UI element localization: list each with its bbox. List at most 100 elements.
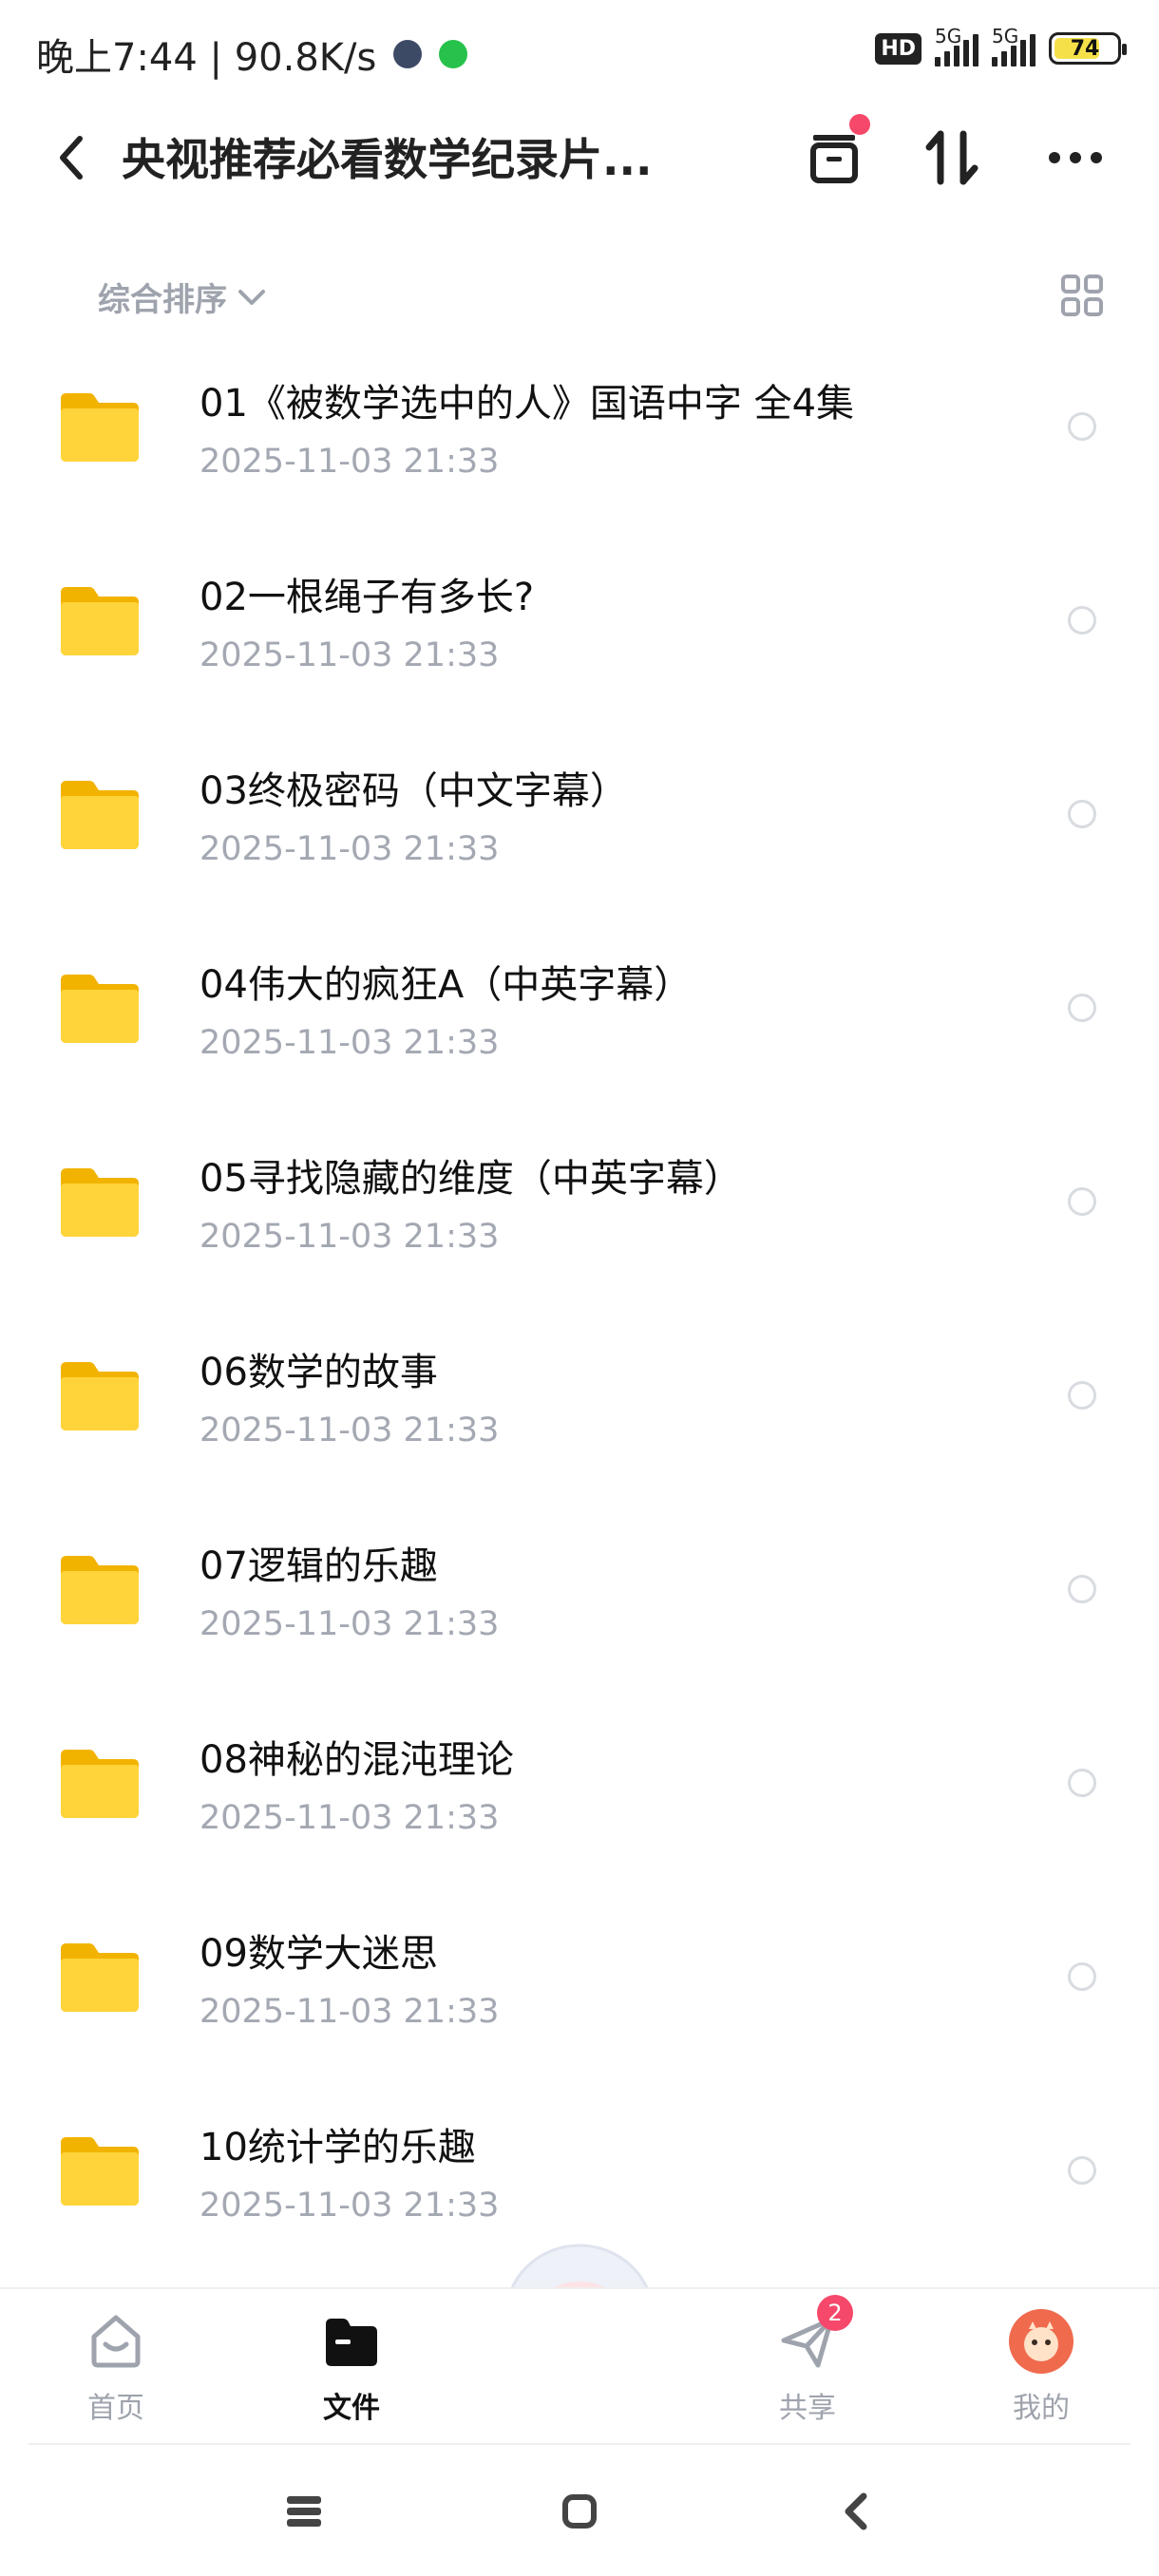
file-name: 06数学的故事 (200, 1351, 438, 1394)
select-checkbox[interactable] (1068, 2156, 1096, 2185)
sort-label: 综合排序 (98, 281, 227, 319)
status-time-speed: 晚上7:44 | 90.8K/s (36, 36, 377, 80)
file-list-item[interactable]: 04伟大的疯狂A（中英字幕） 2025-11-03 21:33 (0, 931, 1159, 1125)
tab-files[interactable]: 文件 (276, 2289, 428, 2441)
file-date: 2025-11-03 21:33 (200, 1993, 500, 2031)
grid-view-toggle[interactable] (1060, 274, 1104, 317)
select-checkbox[interactable] (1068, 994, 1096, 1022)
file-name: 09数学大迷思 (200, 1932, 438, 1976)
file-date: 2025-11-03 21:33 (200, 1411, 500, 1449)
status-bar: 晚上7:44 | 90.8K/s HD 5G 5G 74 (0, 0, 1159, 104)
file-name: 02一根绳子有多长? (200, 576, 535, 619)
file-date: 2025-11-03 21:33 (200, 443, 500, 481)
tab-home[interactable]: 首页 (40, 2289, 192, 2441)
select-checkbox[interactable] (1068, 1769, 1096, 1797)
more-dots-icon (1049, 152, 1102, 163)
folder-icon (61, 587, 139, 655)
home-nav-button[interactable] (551, 2483, 608, 2540)
file-list-item[interactable]: 09数学大迷思 2025-11-03 21:33 (0, 1900, 1159, 2093)
back-button[interactable] (48, 131, 95, 184)
file-date: 2025-11-03 21:33 (200, 636, 500, 674)
status-left: 晚上7:44 | 90.8K/s (36, 27, 468, 82)
file-date: 2025-11-03 21:33 (200, 2187, 500, 2225)
signal-icon: 5G (935, 25, 978, 66)
file-list-item[interactable]: 05寻找隐藏的维度（中英字幕） 2025-11-03 21:33 (0, 1125, 1159, 1318)
select-checkbox[interactable] (1068, 1962, 1096, 1991)
file-list: 01《被数学选中的人》国语中字 全4集 2025-11-03 21:33 02一… (0, 350, 1159, 2287)
file-list-item[interactable]: 03终极密码（中文字幕） 2025-11-03 21:33 (0, 737, 1159, 931)
select-checkbox[interactable] (1068, 1187, 1096, 1216)
system-nav-bar (0, 2460, 1159, 2565)
file-name: 05寻找隐藏的维度（中英字幕） (200, 1157, 742, 1201)
select-checkbox[interactable] (1068, 412, 1096, 441)
file-list-item[interactable]: 08神秘的混沌理论 2025-11-03 21:33 (0, 1706, 1159, 1900)
sort-arrows-icon (925, 130, 978, 185)
status-right: HD 5G 5G 74 (875, 25, 1127, 66)
folder-icon (61, 1168, 139, 1237)
hd-icon: HD (875, 32, 922, 65)
file-name: 10统计学的乐趣 (200, 2126, 476, 2169)
sort-row: 综合排序 (0, 266, 1159, 323)
tab-mine[interactable]: 我的 (965, 2289, 1117, 2441)
file-list-item[interactable]: 07逻辑的乐趣 2025-11-03 21:33 (0, 1512, 1159, 1706)
file-date: 2025-11-03 21:33 (200, 1218, 500, 1256)
file-name: 04伟大的疯狂A（中英字幕） (200, 963, 693, 1007)
share-badge: 2 (817, 2295, 853, 2331)
square-icon (562, 2494, 597, 2529)
folder-icon (61, 1556, 139, 1624)
file-name: 03终极密码（中文字幕） (200, 769, 628, 813)
tab-share[interactable]: 2 共享 (732, 2289, 884, 2441)
select-checkbox[interactable] (1068, 1575, 1096, 1603)
sort-button[interactable] (916, 122, 988, 194)
wechat-notification-icon (439, 40, 468, 68)
select-checkbox[interactable] (1068, 606, 1096, 635)
file-list-item[interactable]: 06数学的故事 2025-11-03 21:33 (0, 1318, 1159, 1512)
chevron-down-icon (238, 289, 265, 305)
bottom-tab-bar: 首页 文件 2 共享 我的 (0, 2287, 1159, 2443)
transfer-box-button[interactable] (798, 114, 870, 194)
file-name: 07逻辑的乐趣 (200, 1544, 438, 1588)
recent-apps-button[interactable] (276, 2483, 332, 2540)
file-date: 2025-11-03 21:33 (200, 1799, 500, 1837)
battery-icon: 74 (1049, 32, 1127, 65)
avatar (1008, 2308, 1074, 2375)
battery-level: 74 (1070, 36, 1100, 61)
folder-icon (61, 1750, 139, 1818)
page-title: 央视推荐必看数学纪录片... (122, 134, 653, 185)
file-date: 2025-11-03 21:33 (200, 830, 500, 868)
signal-icon: 5G (992, 25, 1036, 66)
tab-files-label: 文件 (323, 2392, 380, 2425)
folder-icon (61, 393, 139, 462)
file-list-item[interactable]: 02一根绳子有多长? 2025-11-03 21:33 (0, 543, 1159, 737)
more-options-button[interactable] (1039, 122, 1112, 194)
back-nav-button[interactable] (826, 2483, 884, 2540)
folder-filled-icon (318, 2308, 385, 2375)
tab-share-label: 共享 (779, 2392, 836, 2425)
sort-dropdown[interactable]: 综合排序 (98, 274, 267, 320)
menu-icon (287, 2496, 321, 2527)
select-checkbox[interactable] (1068, 1381, 1096, 1410)
chevron-left-icon (60, 136, 83, 180)
app-notification-icon (393, 40, 423, 68)
file-date: 2025-11-03 21:33 (200, 1605, 500, 1643)
file-name: 08神秘的混沌理论 (200, 1738, 514, 1782)
folder-icon (61, 781, 139, 849)
grid-view-icon (1061, 275, 1103, 316)
divider (28, 2443, 1130, 2445)
header: 央视推荐必看数学纪录片... (0, 104, 1159, 209)
folder-icon (61, 1362, 139, 1430)
archive-box-icon (810, 135, 858, 183)
folder-icon (61, 975, 139, 1043)
network-type: 5G (935, 25, 962, 47)
select-checkbox[interactable] (1068, 800, 1096, 828)
file-name: 01《被数学选中的人》国语中字 全4集 (200, 382, 855, 426)
folder-icon (61, 2137, 139, 2206)
triangle-back-icon (845, 2492, 867, 2530)
folder-icon (61, 1943, 139, 2012)
tab-mine-label: 我的 (1013, 2392, 1070, 2425)
file-list-item[interactable]: 01《被数学选中的人》国语中字 全4集 2025-11-03 21:33 (0, 350, 1159, 543)
network-type: 5G (992, 25, 1019, 47)
file-date: 2025-11-03 21:33 (200, 1024, 500, 1062)
tab-home-label: 首页 (87, 2392, 144, 2425)
notification-dot (849, 114, 870, 135)
